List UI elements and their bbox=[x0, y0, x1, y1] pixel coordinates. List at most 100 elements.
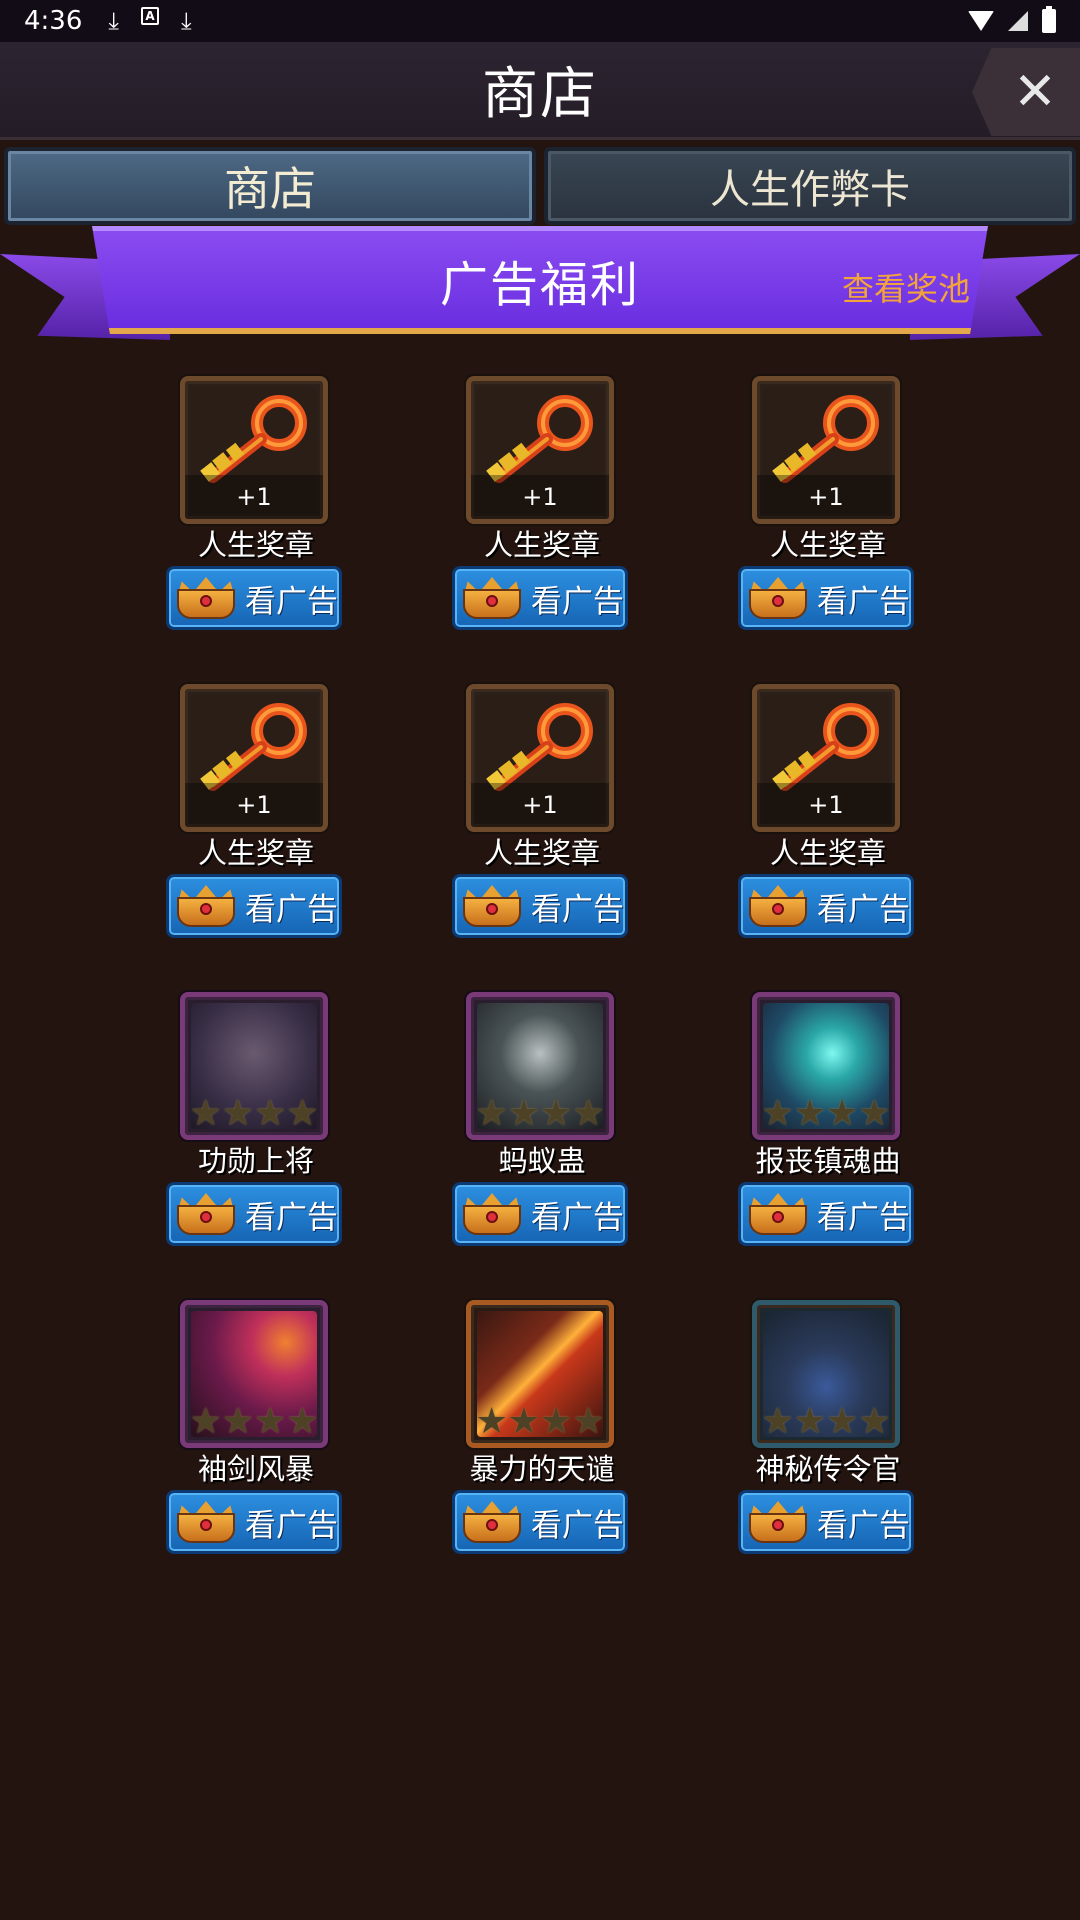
star-icon: ★ bbox=[540, 1401, 573, 1442]
crown-icon bbox=[175, 883, 237, 929]
star-icon: ★ bbox=[221, 1401, 254, 1442]
reward-name: 人生奖章 bbox=[483, 836, 600, 870]
crown-icon bbox=[747, 575, 809, 621]
tab-label: 商店 bbox=[224, 162, 316, 216]
star-icon: ★ bbox=[507, 1401, 540, 1442]
reward-frame: +1 bbox=[180, 684, 328, 832]
banner-title: 广告福利 bbox=[439, 256, 640, 313]
battery-icon bbox=[1042, 6, 1056, 33]
star-rating: ★ ★ ★ ★ bbox=[761, 1093, 890, 1134]
crown-icon bbox=[747, 1191, 809, 1237]
star-icon: ★ bbox=[858, 1401, 891, 1442]
reward-frame: +1 bbox=[752, 376, 900, 524]
view-prize-pool-link[interactable]: 查看奖池 bbox=[842, 264, 970, 310]
page-title: 商店 bbox=[482, 62, 598, 127]
reward-frame: +1 bbox=[466, 376, 614, 524]
star-icon: ★ bbox=[761, 1401, 794, 1442]
star-icon: ★ bbox=[254, 1093, 287, 1134]
star-rating: ★ ★ ★ ★ bbox=[761, 1401, 891, 1442]
reward-name: 人生奖章 bbox=[483, 528, 600, 562]
reward-item: ★ ★ ★ ★ 蚂蚁蛊看广告 bbox=[452, 992, 632, 1252]
status-time: 4:36 bbox=[24, 6, 83, 36]
key-icon bbox=[486, 395, 593, 483]
reward-frame: ★ ★ ★ ★ bbox=[466, 1300, 614, 1448]
reward-quantity: +1 bbox=[471, 475, 609, 519]
star-icon: ★ bbox=[826, 1093, 859, 1134]
crown-icon bbox=[175, 1499, 237, 1545]
star-rating: ★ ★ ★ ★ bbox=[189, 1401, 319, 1442]
reward-quantity: +1 bbox=[757, 475, 895, 519]
watch-ad-button[interactable]: 看广告 bbox=[738, 1182, 914, 1246]
watch-ad-button[interactable]: 看广告 bbox=[452, 1182, 628, 1246]
reward-item: ★ ★ ★ ★ 袖剑风暴 看广告 bbox=[166, 1300, 346, 1560]
crown-icon bbox=[461, 883, 523, 929]
star-icon: ★ bbox=[761, 1093, 794, 1134]
watch-ad-button[interactable]: 看广告 bbox=[738, 1490, 914, 1554]
star-icon: ★ bbox=[475, 1093, 508, 1134]
star-icon: ★ bbox=[475, 1401, 508, 1442]
reward-quantity: +1 bbox=[471, 783, 609, 827]
reward-name: 人生奖章 bbox=[769, 836, 886, 870]
reward-quantity: +1 bbox=[757, 783, 895, 827]
star-icon: ★ bbox=[189, 1401, 222, 1442]
watch-ad-button[interactable]: 看广告 bbox=[452, 566, 628, 630]
crown-icon bbox=[175, 575, 237, 621]
app-notification-icon: A bbox=[141, 7, 159, 25]
star-icon: ★ bbox=[826, 1401, 859, 1442]
watch-ad-label: 看广告 bbox=[245, 1199, 338, 1236]
star-icon: ★ bbox=[286, 1401, 319, 1442]
reward-frame: ★ ★ ★ ★ bbox=[180, 992, 328, 1140]
reward-frame: ★ ★ ★ ★ bbox=[466, 992, 614, 1140]
reward-frame: +1 bbox=[180, 376, 328, 524]
crown-icon bbox=[175, 1191, 237, 1237]
key-icon bbox=[200, 395, 307, 483]
key-icon bbox=[772, 703, 879, 791]
key-icon bbox=[200, 703, 307, 791]
reward-item: +1 人生奖章看广告 bbox=[452, 684, 632, 944]
watch-ad-button[interactable]: 看广告 bbox=[452, 874, 628, 938]
close-button[interactable]: ✕ bbox=[972, 48, 1080, 136]
reward-frame: ★ ★ ★ ★ bbox=[752, 1300, 900, 1448]
reward-name: 蚂蚁蛊 bbox=[498, 1144, 586, 1178]
watch-ad-label: 看广告 bbox=[531, 891, 624, 928]
watch-ad-button[interactable]: 看广告 bbox=[166, 1490, 342, 1554]
reward-quantity: +1 bbox=[185, 475, 323, 519]
reward-item: +1 人生奖章看广告 bbox=[452, 376, 632, 636]
watch-ad-button[interactable]: 看广告 bbox=[738, 566, 914, 630]
star-icon: ★ bbox=[221, 1093, 254, 1134]
tab-cheat-cards[interactable]: 人生作弊卡 bbox=[544, 147, 1076, 225]
watch-ad-button[interactable]: 看广告 bbox=[166, 566, 342, 630]
reward-item: ★ ★ ★ ★ 报丧镇魂曲看广告 bbox=[738, 992, 918, 1252]
reward-item: ★ ★ ★ ★ 神秘传令官 看广告 bbox=[738, 1300, 918, 1560]
crown-icon bbox=[747, 1499, 809, 1545]
watch-ad-label: 看广告 bbox=[817, 583, 910, 620]
reward-item: ★ ★ ★ ★ 暴力的天谴看广告 bbox=[452, 1300, 632, 1560]
crown-icon bbox=[747, 883, 809, 929]
download-icon: ⤓ bbox=[108, 7, 119, 35]
star-icon: ★ bbox=[793, 1093, 826, 1134]
watch-ad-button[interactable]: 看广告 bbox=[166, 874, 342, 938]
crown-icon bbox=[461, 1499, 523, 1545]
watch-ad-label: 看广告 bbox=[817, 1507, 910, 1544]
watch-ad-label: 看广告 bbox=[531, 1199, 624, 1236]
star-icon: ★ bbox=[507, 1093, 540, 1134]
reward-item: +1 人生奖章 看广告 bbox=[166, 376, 346, 636]
tab-shop[interactable]: 商店 bbox=[4, 147, 536, 225]
watch-ad-label: 看广告 bbox=[245, 1507, 338, 1544]
reward-item: ★ ★ ★ ★ 功勋上将看广告 bbox=[166, 992, 346, 1252]
star-icon: ★ bbox=[254, 1401, 287, 1442]
watch-ad-button[interactable]: 看广告 bbox=[738, 874, 914, 938]
watch-ad-button[interactable]: 看广告 bbox=[166, 1182, 342, 1246]
reward-name: 袖剑风暴 bbox=[197, 1452, 314, 1486]
watch-ad-label: 看广告 bbox=[245, 891, 338, 928]
ad-rewards-banner: 广告福利 查看奖池 bbox=[0, 226, 1080, 356]
watch-ad-label: 看广告 bbox=[245, 583, 338, 620]
reward-name: 人生奖章 bbox=[769, 528, 886, 562]
watch-ad-button[interactable]: 看广告 bbox=[452, 1490, 628, 1554]
watch-ad-label: 看广告 bbox=[817, 1199, 910, 1236]
crown-icon bbox=[461, 1191, 523, 1237]
reward-name: 功勋上将 bbox=[197, 1144, 314, 1178]
reward-name: 报丧镇魂曲 bbox=[755, 1144, 901, 1178]
reward-name: 暴力的天谴 bbox=[469, 1452, 615, 1486]
watch-ad-label: 看广告 bbox=[531, 583, 624, 620]
